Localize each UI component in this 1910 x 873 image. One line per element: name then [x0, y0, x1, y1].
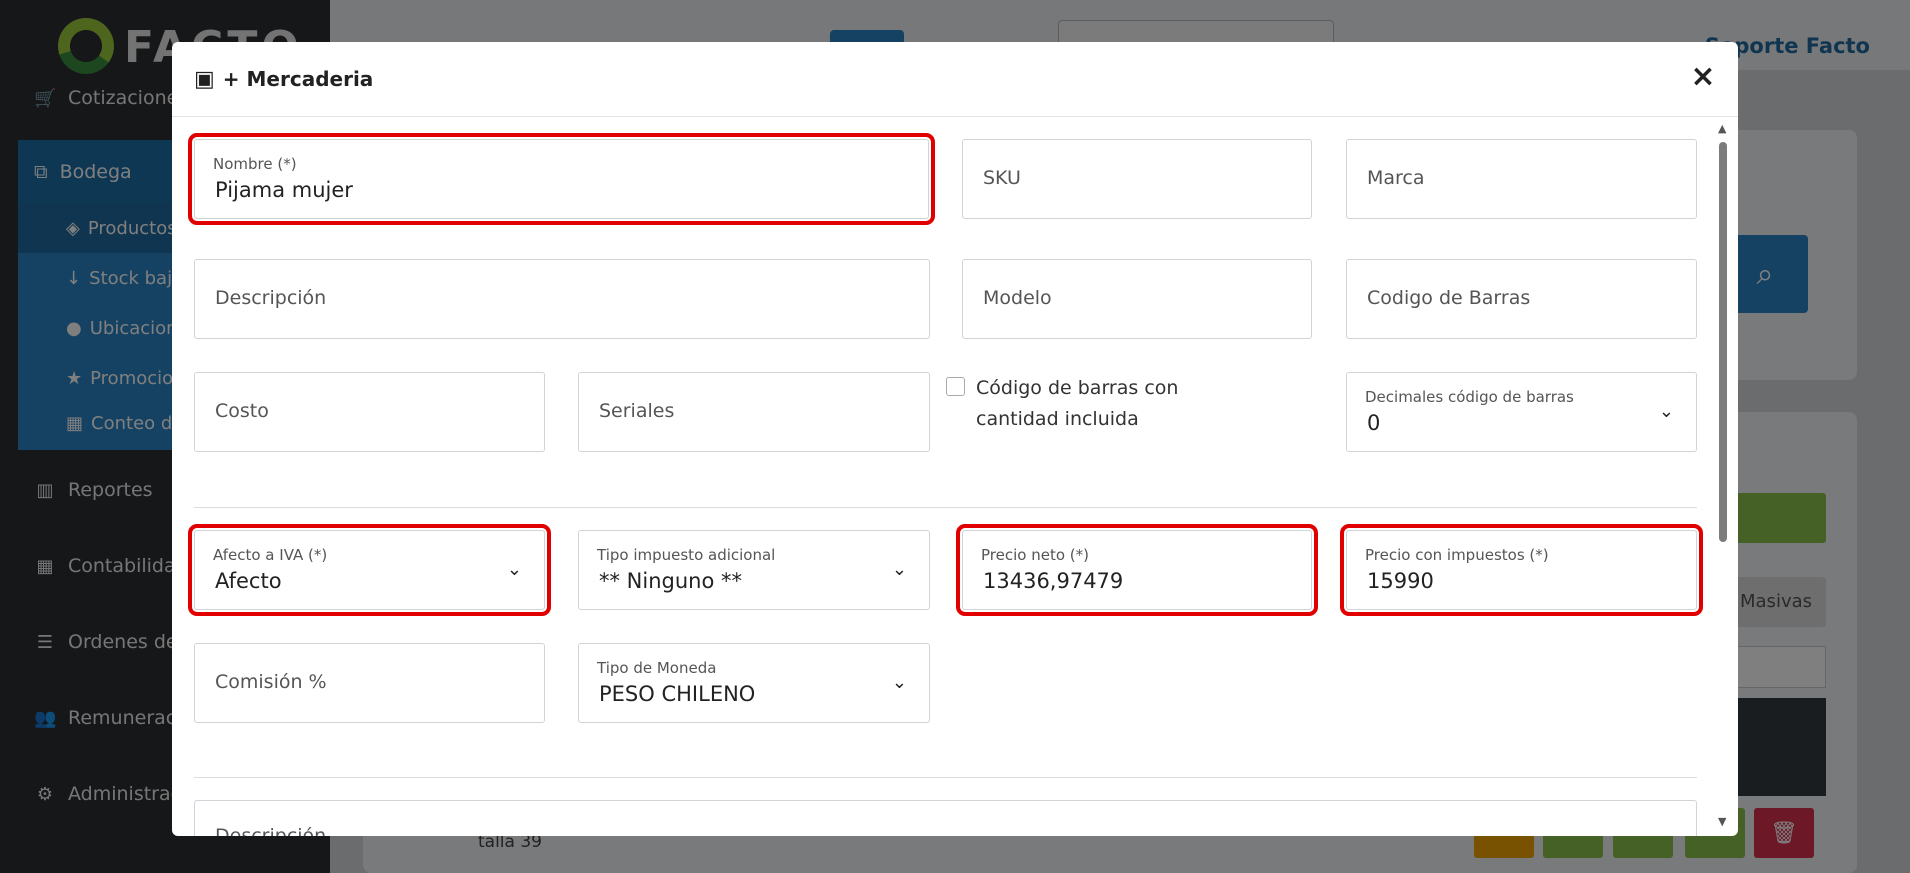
precio-neto-field[interactable]: Precio neto (*) 13436,97479	[956, 524, 1318, 616]
precio-neto-value: 13436,97479	[983, 569, 1124, 593]
nombre-value: Pijama mujer	[215, 178, 353, 202]
precio-impuestos-value: 15990	[1367, 569, 1434, 593]
tipo-impuesto-label: Tipo impuesto adicional	[597, 546, 776, 564]
precio-impuestos-field[interactable]: Precio con impuestos (*) 15990	[1340, 524, 1703, 616]
descripcion-larga-placeholder: Descripción	[215, 825, 327, 836]
chevron-down-icon: ⌄	[891, 672, 907, 693]
decimales-label: Decimales código de barras	[1365, 388, 1574, 406]
scrollbar-thumb[interactable]	[1719, 142, 1727, 542]
precio-neto-label: Precio neto (*)	[981, 546, 1089, 564]
afecto-iva-value: Afecto	[215, 569, 282, 593]
codigo-barras-placeholder: Codigo de Barras	[1367, 287, 1531, 309]
codigo-barras-field[interactable]: Codigo de Barras	[1346, 259, 1697, 339]
section-divider	[194, 777, 1697, 778]
modal-scrollbar[interactable]: ▲ ▼	[1716, 122, 1730, 828]
descripcion-larga-textarea[interactable]: Descripción	[194, 800, 1697, 836]
nombre-field[interactable]: Nombre (*) Pijama mujer	[188, 133, 935, 225]
chevron-down-icon: ⌄	[1658, 401, 1674, 422]
chevron-down-icon: ⌄	[506, 559, 522, 580]
section-divider	[194, 507, 1697, 508]
decimales-value: 0	[1367, 411, 1381, 435]
afecto-iva-label: Afecto a IVA (*)	[213, 546, 328, 564]
modal-header: ▣ + Mercaderia	[172, 42, 1738, 117]
codigo-cantidad-label[interactable]: Código de barras con cantidad incluida	[976, 373, 1266, 435]
seriales-placeholder: Seriales	[599, 400, 675, 422]
modal-title: + Mercaderia	[222, 67, 374, 91]
close-button[interactable]: ×	[1686, 60, 1720, 94]
decimales-select[interactable]: Decimales código de barras 0 ⌄	[1346, 372, 1697, 452]
scroll-down-arrow-icon[interactable]: ▼	[1718, 815, 1726, 828]
chevron-down-icon: ⌄	[891, 559, 907, 580]
costo-placeholder: Costo	[215, 400, 269, 422]
modelo-placeholder: Modelo	[983, 287, 1052, 309]
comision-field[interactable]: Comisión %	[194, 643, 545, 723]
tipo-impuesto-value: ** Ninguno **	[599, 569, 743, 593]
marca-field[interactable]: Marca	[1346, 139, 1697, 219]
tipo-moneda-select[interactable]: Tipo de Moneda PESO CHILENO ⌄	[578, 643, 930, 723]
descripcion-placeholder: Descripción	[215, 287, 327, 309]
tipo-moneda-value: PESO CHILENO	[599, 682, 756, 706]
sku-field[interactable]: SKU	[962, 139, 1312, 219]
descripcion-field[interactable]: Descripción	[194, 259, 930, 339]
tipo-moneda-label: Tipo de Moneda	[597, 659, 717, 677]
mercaderia-modal: ▣ + Mercaderia × Nombre (*) Pijama mujer…	[172, 42, 1738, 836]
comision-placeholder: Comisión %	[215, 671, 327, 693]
afecto-iva-select[interactable]: Afecto a IVA (*) Afecto ⌄	[188, 524, 551, 616]
marca-placeholder: Marca	[1367, 167, 1425, 189]
tipo-impuesto-select[interactable]: Tipo impuesto adicional ** Ninguno ** ⌄	[578, 530, 930, 610]
nombre-label: Nombre (*)	[213, 155, 297, 173]
sku-placeholder: SKU	[983, 167, 1021, 189]
precio-impuestos-label: Precio con impuestos (*)	[1365, 546, 1549, 564]
scroll-up-arrow-icon[interactable]: ▲	[1718, 122, 1726, 135]
costo-field[interactable]: Costo	[194, 372, 545, 452]
modelo-field[interactable]: Modelo	[962, 259, 1312, 339]
codigo-cantidad-checkbox[interactable]	[946, 377, 965, 396]
cube-icon: ▣	[194, 66, 215, 92]
seriales-field[interactable]: Seriales	[578, 372, 930, 452]
